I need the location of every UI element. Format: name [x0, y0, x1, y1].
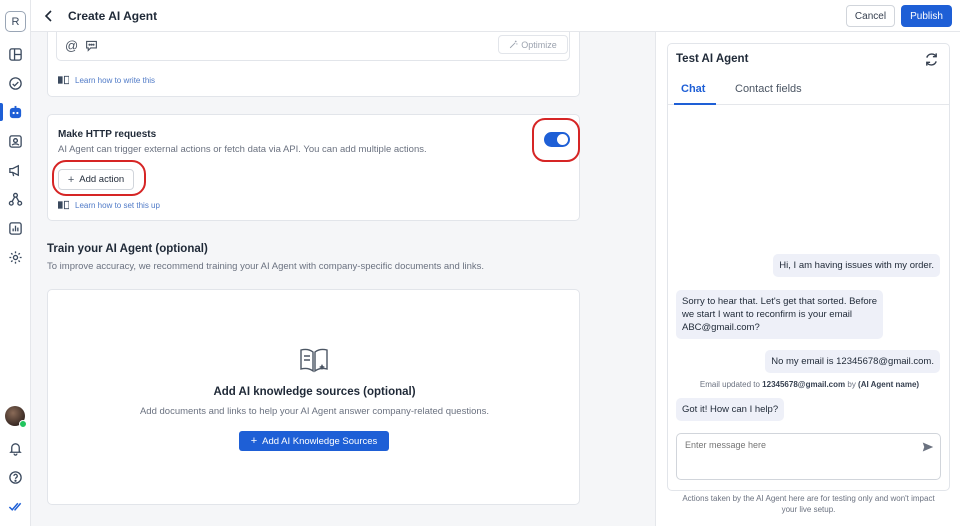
message-line: we start I want to reconfirm is your ema…	[682, 309, 852, 320]
optimize-label: Optimize	[521, 39, 557, 50]
add-knowledge-label: Add AI Knowledge Sources	[262, 435, 378, 447]
instructions-editor[interactable]: @ Optimize	[56, 32, 570, 61]
learn-write-link[interactable]: Learn how to write this	[58, 75, 155, 85]
send-icon[interactable]	[922, 441, 934, 453]
message-line: Hi, I am having issues with my order.	[779, 260, 934, 271]
disclaimer-line: Actions taken by the AI Agent here are f…	[682, 494, 935, 503]
plus-icon: +	[250, 435, 258, 447]
page-title: Create AI Agent	[68, 9, 158, 23]
system-note-prefix: Email updated to	[699, 380, 763, 389]
test-panel-title: Test AI Agent	[676, 53, 749, 65]
online-status-dot	[19, 420, 27, 428]
contacts-icon[interactable]	[0, 130, 31, 152]
reports-icon[interactable]	[0, 217, 31, 239]
refresh-icon[interactable]	[924, 52, 939, 67]
http-title: Make HTTP requests	[58, 129, 157, 140]
megaphone-icon[interactable]	[0, 159, 31, 181]
layout-icon[interactable]	[0, 43, 31, 65]
chat-bubble-icon[interactable]	[85, 39, 98, 52]
tab-contact-fields[interactable]: Contact fields	[735, 83, 802, 95]
publish-button[interactable]: Publish	[901, 5, 952, 27]
learn-setup-link[interactable]: Learn how to set this up	[58, 200, 160, 210]
optimize-button[interactable]: Optimize	[498, 35, 568, 54]
avatar[interactable]	[5, 406, 27, 428]
disclaimer-line: your live setup.	[781, 505, 836, 514]
system-note: Email updated to 12345678@gmail.com by (…	[668, 380, 949, 389]
instructions-card: @ Optimize Learn how to write this	[47, 32, 580, 97]
test-panel-wrapper: Test AI Agent Chat Contact fields Hi, I …	[655, 32, 960, 526]
active-tab-underline	[674, 103, 716, 105]
add-knowledge-sources-button[interactable]: + Add AI Knowledge Sources	[239, 431, 389, 451]
message-line: Sorry to hear that. Let's get that sorte…	[682, 296, 878, 307]
toggle-highlight-ring	[532, 118, 580, 162]
ai-agent-icon[interactable]	[0, 101, 31, 123]
workspace-switcher[interactable]: R	[5, 11, 26, 32]
test-panel-tabs: Chat Contact fields	[668, 77, 949, 105]
mention-icon[interactable]: @	[65, 38, 78, 53]
learn-write-label: Learn how to write this	[75, 75, 156, 85]
message-composer[interactable]	[676, 433, 941, 480]
chat-message-agent: Sorry to hear that. Let's get that sorte…	[676, 290, 884, 339]
chat-message-user: Hi, I am having issues with my order.	[773, 254, 940, 277]
double-check-icon[interactable]	[0, 495, 31, 517]
knowledge-subtitle: Add documents and links to help your AI …	[139, 406, 490, 417]
http-description: AI Agent can trigger external actions or…	[58, 144, 427, 155]
system-note-actor: (AI Agent name)	[858, 380, 920, 389]
bell-icon[interactable]	[0, 437, 31, 459]
book-icon	[58, 75, 69, 85]
help-icon[interactable]	[0, 466, 31, 488]
chat-message-agent: Got it! How can I help?	[676, 398, 785, 421]
chat-message-user: No my email is 12345678@gmail.com.	[765, 350, 940, 373]
train-title: Train your AI Agent (optional)	[47, 243, 208, 255]
message-line: No my email is 12345678@gmail.com.	[771, 356, 934, 367]
inbox-icon[interactable]	[0, 72, 31, 94]
settings-icon[interactable]	[0, 246, 31, 268]
knowledge-title: Add AI knowledge sources (optional)	[213, 386, 416, 398]
message-line: ABC@gmail.com?	[682, 322, 760, 333]
magic-wand-icon	[510, 40, 518, 49]
system-note-email: 12345678@gmail.com	[762, 380, 846, 389]
cancel-button[interactable]: Cancel	[846, 5, 895, 27]
add-action-highlight-ring	[52, 160, 146, 196]
tab-chat[interactable]: Chat	[681, 83, 705, 95]
test-disclaimer: Actions taken by the AI Agent here are f…	[667, 493, 950, 515]
system-note-middle: by	[845, 380, 859, 389]
test-agent-panel: Test AI Agent Chat Contact fields Hi, I …	[667, 43, 950, 491]
book-icon	[58, 200, 69, 210]
page-header: Create AI Agent	[31, 0, 960, 32]
knowledge-card: Add AI knowledge sources (optional) Add …	[47, 289, 580, 505]
back-arrow-icon[interactable]	[41, 8, 57, 24]
message-line: Got it! How can I help?	[682, 404, 779, 415]
main-content: @ Optimize Learn how to write this Make …	[31, 32, 655, 526]
learn-setup-label: Learn how to set this up	[75, 200, 160, 210]
open-book-sparkle-icon	[300, 348, 328, 373]
train-subtitle: To improve accuracy, we recommend traini…	[47, 261, 485, 272]
left-rail: R	[0, 0, 31, 526]
http-requests-card: Make HTTP requests AI Agent can trigger …	[47, 114, 580, 221]
workflow-icon[interactable]	[0, 188, 31, 210]
message-input[interactable]	[685, 440, 905, 450]
